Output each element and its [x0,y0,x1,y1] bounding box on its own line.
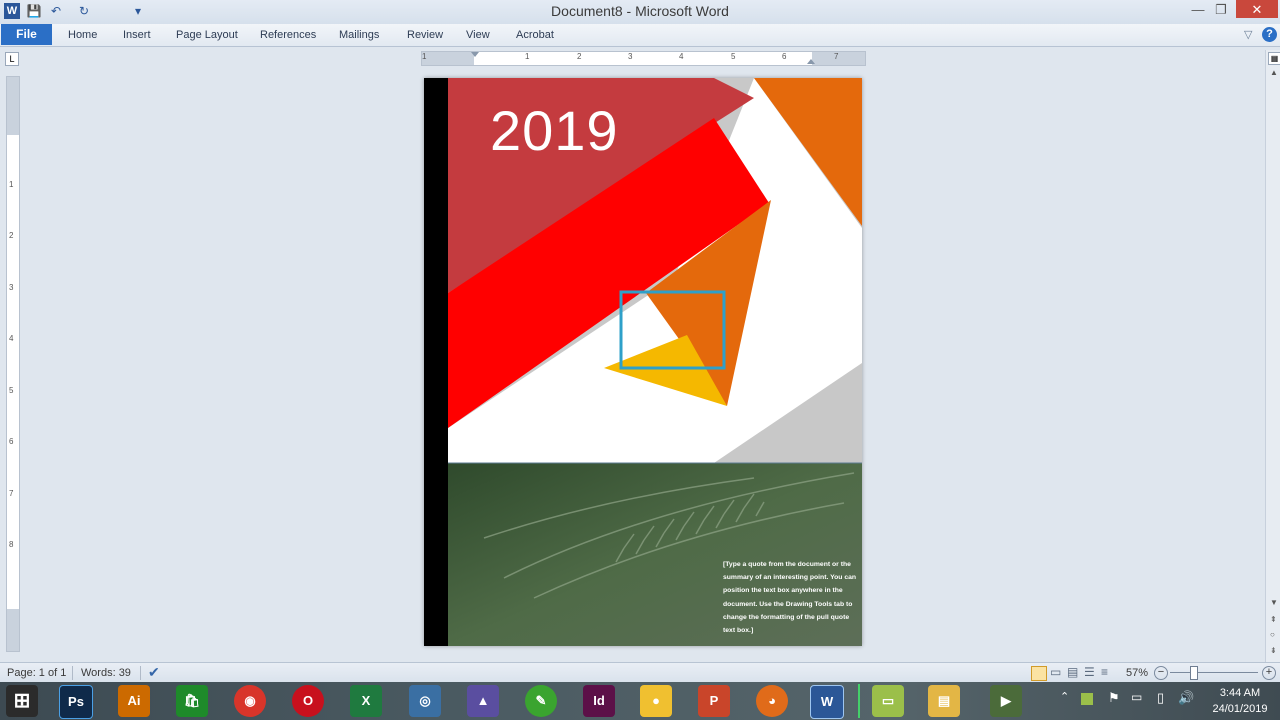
document-page[interactable]: 2019 [Type a quote from the document or … [424,78,862,646]
taskbar-illustrator[interactable]: Ai [118,685,150,717]
start-button[interactable]: ⊞ [6,685,38,717]
active-window-indicator [858,684,860,718]
tray-flag-icon[interactable]: ⚑ [1108,690,1120,706]
zoom-slider-track[interactable] [1170,672,1258,673]
close-button[interactable]: ✕ [1236,0,1278,18]
ruler-number: 7 [9,489,14,498]
full-screen-reading-icon[interactable]: ▭ [1050,665,1061,679]
window-title: Document8 - Microsoft Word [551,3,729,19]
help-icon[interactable]: ? [1262,27,1277,42]
ruler-left-margin [422,52,474,65]
ruler-number: 7 [834,52,839,61]
taskbar-store[interactable]: 🛍 [176,685,208,717]
file-tab[interactable]: File [1,24,52,45]
ruler-number: 1 [422,52,427,61]
previous-page-icon[interactable]: ⇞ [1270,615,1277,624]
taskbar-excel[interactable]: X [350,685,382,717]
minimize-ribbon-icon[interactable]: ▽ [1244,24,1252,46]
taskbar-firefox[interactable]: ◕ [756,685,788,717]
print-layout-view-icon[interactable] [1031,666,1047,681]
tab-insert[interactable]: Insert [123,24,151,46]
tray-network-icon[interactable]: ▭ [1131,690,1142,704]
tab-review[interactable]: Review [407,24,443,46]
vertical-scrollbar[interactable]: ▦ ▲ ▼ ⇞ ○ ⇟ [1265,50,1280,662]
status-bar: Page: 1 of 1 Words: 39 ✔ ▭ ▤ ☰ ≡ 57% − + [0,662,1280,683]
first-line-indent-marker[interactable] [471,52,479,57]
status-divider [72,666,73,680]
pull-quote-text[interactable]: [Type a quote from the document or the s… [723,558,858,637]
zoom-level[interactable]: 57% [1126,667,1148,679]
ruler-number: 4 [9,334,14,343]
taskbar-indesign[interactable]: Id [583,685,615,717]
tab-view[interactable]: View [466,24,490,46]
view-ruler-icon[interactable]: ▦ [1268,52,1280,65]
tab-page-layout[interactable]: Page Layout [176,24,238,46]
taskbar-greenshot[interactable]: ✎ [525,685,557,717]
scroll-up-icon[interactable]: ▲ [1270,68,1278,77]
page-count[interactable]: Page: 1 of 1 [7,667,66,679]
horizontal-ruler[interactable]: 1 1 2 3 4 5 6 7 [421,51,866,66]
zoom-in-button[interactable]: + [1262,666,1276,680]
cover-year[interactable]: 2019 [490,98,619,163]
tray-battery-icon[interactable]: ▯ [1157,690,1164,706]
proofing-check-icon[interactable]: ✔ [148,664,160,681]
taskbar-camera[interactable]: ◎ [409,685,441,717]
minimize-button[interactable]: — [1187,0,1209,20]
tray-show-hidden-icon[interactable]: ⌃ [1060,690,1069,703]
ruler-number: 1 [525,52,530,61]
zoom-slider-thumb[interactable] [1190,666,1198,680]
web-layout-icon[interactable]: ▤ [1067,665,1078,679]
tab-selector[interactable]: L [5,52,19,66]
black-sidebar [424,78,448,646]
ruler-number: 6 [782,52,787,61]
outline-view-icon[interactable]: ☰ [1084,665,1095,679]
ruler-number: 8 [9,540,14,549]
select-browse-object-icon[interactable]: ○ [1270,630,1275,639]
draft-view-icon[interactable]: ≡ [1101,665,1108,679]
restore-button[interactable]: ❐ [1210,0,1232,20]
vertical-ruler[interactable]: 1 2 3 4 5 6 7 8 [6,76,20,652]
taskbar-photoshop[interactable]: Ps [59,685,93,719]
right-indent-marker[interactable] [807,59,815,64]
tab-home[interactable]: Home [68,24,97,46]
taskbar-messenger[interactable]: ● [640,685,672,717]
taskbar-opera[interactable]: O [292,685,324,717]
ruler-number: 1 [9,180,14,189]
ruler-number: 2 [577,52,582,61]
taskbar-photos[interactable]: ▲ [467,685,499,717]
ruler-number: 6 [9,437,14,446]
next-page-icon[interactable]: ⇟ [1270,646,1277,655]
tray-app-icon[interactable] [1081,693,1093,705]
taskbar-notes[interactable]: ▭ [872,685,904,717]
clock-date[interactable]: 24/01/2019 [1205,703,1275,715]
tray-volume-icon[interactable]: 🔊 [1178,690,1194,706]
ruler-bottom-margin [7,609,19,651]
tab-references[interactable]: References [260,24,316,46]
word-count[interactable]: Words: 39 [81,667,131,679]
ruler-number: 3 [628,52,633,61]
taskbar-video[interactable]: ▶ [990,685,1022,717]
title-bar: W 💾 ↶ ↻ ▾ Document8 - Microsoft Word — ❐… [0,0,1280,24]
scroll-down-icon[interactable]: ▼ [1270,598,1278,607]
ruler-number: 3 [9,283,14,292]
ruler-number: 4 [679,52,684,61]
taskbar-powerpoint[interactable]: P [698,685,730,717]
tab-acrobat[interactable]: Acrobat [516,24,554,46]
status-divider [140,666,141,680]
ruler-number: 5 [9,386,14,395]
ruler-number: 2 [9,231,14,240]
taskbar-word[interactable]: W [810,685,844,719]
tab-mailings[interactable]: Mailings [339,24,379,46]
taskbar-file-explorer[interactable]: ▤ [928,685,960,717]
zoom-out-button[interactable]: − [1154,666,1168,680]
clock-time[interactable]: 3:44 AM [1210,687,1270,699]
ruler-right-margin [812,52,865,65]
ribbon-tab-bar: Home Insert Page Layout References Maili… [0,24,1280,47]
taskbar-chrome[interactable]: ◉ [234,685,266,717]
ruler-number: 5 [731,52,736,61]
ruler-top-margin [7,77,19,135]
